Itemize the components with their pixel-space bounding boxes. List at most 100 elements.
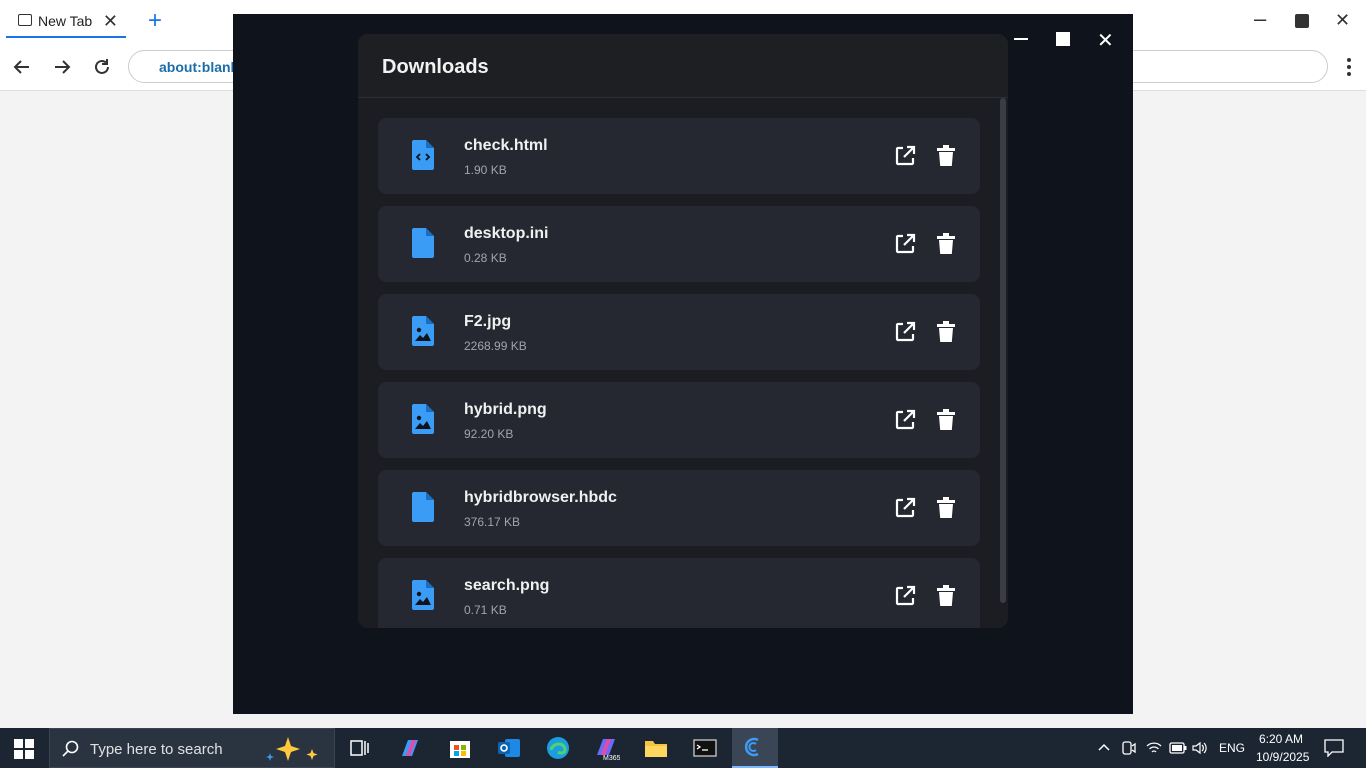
trash-icon[interactable]	[936, 497, 956, 519]
open-external-icon[interactable]	[894, 497, 916, 519]
back-button[interactable]	[9, 54, 35, 80]
file-name: hybridbrowser.hbdc	[464, 489, 617, 506]
task-view-button[interactable]	[340, 732, 380, 764]
close-tab-icon[interactable]: ✕	[103, 12, 118, 30]
file-size: 0.71 KB	[464, 603, 507, 617]
arrow-right-icon	[55, 60, 71, 74]
download-item[interactable]: check.html 1.90 KB	[378, 118, 980, 194]
reload-button[interactable]	[89, 54, 115, 80]
folder-icon	[645, 741, 667, 757]
terminal-app[interactable]	[685, 732, 725, 764]
file-size: 92.20 KB	[464, 427, 514, 441]
trash-icon[interactable]	[936, 321, 956, 343]
meet-now-button[interactable]	[1122, 740, 1136, 761]
speaker-icon	[1192, 741, 1207, 755]
download-item[interactable]: hybridbrowser.hbdc 376.17 KB	[378, 470, 980, 546]
download-item[interactable]: F2.jpg 2268.99 KB	[378, 294, 980, 370]
downloads-panel: Downloads check.html 1.90 KB desktop.ini 0.…	[358, 34, 1008, 628]
trash-icon[interactable]	[936, 145, 956, 167]
app-minimize-button[interactable]	[1014, 38, 1028, 40]
reload-icon	[95, 59, 109, 74]
address-text: about:blank	[159, 59, 239, 75]
download-item[interactable]: desktop.ini 0.28 KB	[378, 206, 980, 282]
browser-app-icon	[744, 737, 759, 757]
new-tab-button[interactable]: +	[148, 9, 162, 33]
download-list: check.html 1.90 KB desktop.ini 0.28 KB F2.jp…	[378, 118, 980, 628]
app-close-button[interactable]: ✕	[1097, 28, 1114, 53]
download-item[interactable]: search.png 0.71 KB	[378, 558, 980, 628]
task-view-icon	[350, 740, 369, 756]
file-size: 1.90 KB	[464, 163, 507, 177]
language-indicator[interactable]: ENG	[1219, 741, 1245, 755]
clock-time[interactable]: 6:20 AM	[1259, 732, 1303, 746]
maximize-button[interactable]	[1295, 14, 1309, 28]
open-external-icon[interactable]	[894, 409, 916, 431]
wifi-icon	[1146, 742, 1162, 753]
show-hidden-icons-button[interactable]	[1097, 740, 1111, 759]
trash-icon[interactable]	[936, 409, 956, 431]
tab-title: New Tab	[38, 13, 93, 29]
m365-icon: M365	[597, 739, 620, 761]
image-file-icon	[412, 580, 434, 610]
tab-new-tab[interactable]: New Tab ✕	[6, 6, 126, 38]
windows-logo-icon	[14, 739, 34, 759]
m365-app[interactable]: M365	[587, 732, 627, 764]
image-file-icon	[412, 404, 434, 434]
minimize-button[interactable]: –	[1254, 6, 1266, 32]
forward-button[interactable]	[49, 54, 75, 80]
edge-icon	[547, 737, 569, 759]
page-icon	[18, 14, 32, 26]
file-size: 0.28 KB	[464, 251, 507, 265]
chevron-up-icon	[1098, 743, 1110, 751]
battery-button[interactable]	[1169, 741, 1187, 759]
store-icon	[450, 741, 470, 758]
file-name: desktop.ini	[464, 225, 549, 242]
clock-date[interactable]: 10/9/2025	[1256, 750, 1309, 764]
app-maximize-button[interactable]	[1056, 32, 1070, 46]
trash-icon[interactable]	[936, 585, 956, 607]
search-placeholder: Type here to search	[90, 741, 223, 758]
terminal-icon	[693, 739, 717, 757]
volume-button[interactable]	[1192, 740, 1208, 761]
start-button[interactable]	[14, 739, 34, 764]
outlook-app[interactable]	[489, 732, 529, 764]
edge-app[interactable]	[538, 732, 578, 764]
search-icon	[62, 740, 79, 757]
arrow-left-icon	[13, 60, 29, 74]
notification-icon	[1324, 739, 1344, 758]
open-external-icon[interactable]	[894, 321, 916, 343]
file-explorer-app[interactable]	[636, 732, 676, 764]
file-size: 2268.99 KB	[464, 339, 527, 353]
open-external-icon[interactable]	[894, 585, 916, 607]
open-external-icon[interactable]	[894, 145, 916, 167]
file-size: 376.17 KB	[464, 515, 521, 529]
panel-header: Downloads	[358, 34, 1008, 98]
file-name: F2.jpg	[464, 313, 512, 330]
panel-title: Downloads	[382, 56, 489, 78]
taskbar-search[interactable]: Type here to search	[49, 728, 335, 768]
camera-icon	[1122, 741, 1136, 755]
copilot-app[interactable]	[390, 732, 430, 764]
network-button[interactable]	[1146, 740, 1162, 761]
scrollbar[interactable]	[1000, 98, 1006, 603]
store-app[interactable]	[440, 732, 480, 764]
open-external-icon[interactable]	[894, 233, 916, 255]
menu-button[interactable]	[1346, 57, 1352, 82]
close-window-button[interactable]: ✕	[1335, 10, 1350, 31]
outlook-icon	[498, 739, 520, 757]
hybrid-browser-app[interactable]	[732, 728, 778, 768]
more-vertical-icon	[1347, 58, 1351, 76]
copilot-icon	[402, 740, 418, 756]
code-file-icon	[412, 140, 434, 170]
file-name: hybrid.png	[464, 401, 547, 418]
sparkle-icon	[266, 737, 318, 761]
svg-text:M365: M365	[603, 755, 620, 761]
image-file-icon	[412, 316, 434, 346]
file-name: check.html	[464, 137, 548, 154]
download-item[interactable]: hybrid.png 92.20 KB	[378, 382, 980, 458]
file-icon	[412, 492, 434, 522]
trash-icon[interactable]	[936, 233, 956, 255]
file-name: search.png	[464, 577, 550, 594]
notifications-button[interactable]	[1324, 739, 1344, 762]
taskbar: Type here to search M365 ENG 6:20 AM 10/…	[0, 728, 1366, 768]
